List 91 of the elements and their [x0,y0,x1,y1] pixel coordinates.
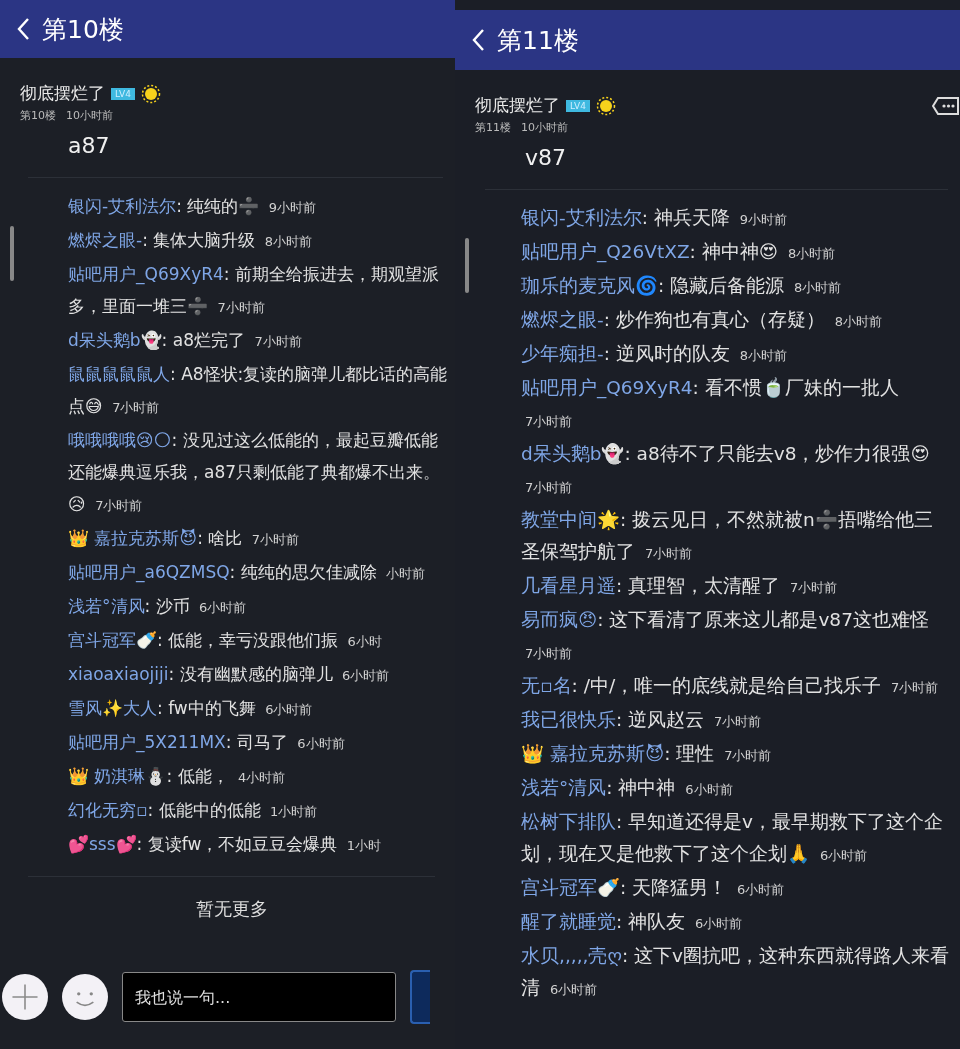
floor-number: 第11楼 [475,120,511,135]
comment-text: 幻化无穷▫: 低能中的低能 1小时前 [68,799,319,822]
sun-medal-icon [595,95,616,116]
comment-text: 贴吧用户_Q69XyR4: 前期全给振进去，期观望派多，里面一堆三➗ 7小时前 [68,263,440,318]
level-badge: LV4 [111,87,135,100]
comment-text: 银闪-艾利法尔: 神兵天降 9小时前 [521,206,788,230]
username-link[interactable]: 雪风✨大人 [68,698,157,718]
comment-text: 哦哦哦哦😢🌕: 没见过这么低能的，最起豆瓣低能还能爆典逗乐我，a87只剩低能了典都爆不出来。😥 7小时前 [68,429,442,516]
username-link[interactable]: d呆头鹅b👻 [68,330,162,350]
username-link[interactable]: 几看星月遥 [521,575,616,596]
level-badge: LV4 [566,99,590,112]
username-link[interactable]: 👑 嘉拉克苏斯😈 [68,528,198,548]
username-link[interactable]: 哦哦哦哦😢🌕 [68,430,172,450]
comment-more-icon[interactable] [932,95,960,116]
username-link[interactable]: 贴吧用户_Q69XyR4 [521,377,693,398]
comment-text: xiaoaxiaojiji: 没有幽默感的脑弹儿 6小时前 [68,663,391,686]
comment-text: 我已很快乐: 逆风赵云 7小时前 [521,708,763,732]
comment-text: 贴吧用户_a6QZMSQ: 纯纯的思欠佳减除 小时前 [68,561,427,585]
username-link[interactable]: 少年痴担- [521,343,604,364]
back-icon[interactable] [16,17,30,41]
comment-text: 👑 嘉拉克苏斯😈: 啥比 7小时前 [68,527,300,550]
username-link[interactable]: d呆头鹅b👻 [521,443,625,464]
comment-text: 浅若°清风: 神中神 6小时前 [521,776,734,800]
username-link[interactable]: xiaoaxiaojiji [68,664,169,684]
scrollbar-thumb[interactable] [465,238,469,293]
post-time: 10小时前 [521,120,568,135]
username-link[interactable]: 银闪-艾利法尔 [68,196,177,216]
comment-text: 珈乐的麦克风🌀: 隐藏后备能源 8小时前 [521,274,843,298]
username-link[interactable]: 醒了就睡觉 [521,911,616,932]
comment-text: 宫斗冠军🍼: 天降猛男！ 6小时前 [521,876,786,900]
username-link[interactable]: 👑 奶淇琳⛄ [68,766,167,786]
post-content: v87 [485,135,948,190]
comment-text: 无▫名: /中/，唯一的底线就是给自己找乐子 7小时前 [521,674,940,698]
comment-text: d呆头鹅b👻: a8待不了只能去v8，炒作力很强😍 7小时前 [521,442,931,497]
comment-text: 醒了就睡觉: 神队友 6小时前 [521,910,744,934]
username-link[interactable]: 珈乐的麦克风🌀 [521,275,658,296]
comment-text: 贴吧用户_Q26VtXZ: 神中神😍 8小时前 [521,240,837,265]
username-link[interactable]: 贴吧用户_5X211MX [68,732,226,752]
comment-text: 少年痴担-: 逆风时的队友 8小时前 [521,342,788,366]
username-link[interactable]: 易而疯😠 [521,609,598,630]
comment-text: 💕sss💕: 复读fw，不如豆豆会爆典 1小时 [68,833,382,856]
comment-text: 燃烬之眼-: 集体大脑升级 8小时前 [68,229,313,252]
floor-number: 第10楼 [20,108,56,123]
post-time: 10小时前 [66,108,113,123]
username-link[interactable]: 贴吧用户_Q69XyR4 [68,264,224,284]
comment-text: 易而疯😠: 这下看清了原来这儿都是v87这也难怪 7小时前 [521,608,930,663]
emoji-icon[interactable] [62,974,108,1020]
username-link[interactable]: 👑 嘉拉克苏斯😈 [521,743,665,764]
reply-input-field[interactable]: 我也说一句... [122,972,396,1022]
floor-title: 第11楼 [497,24,579,57]
add-icon[interactable] [2,974,48,1020]
comment-text: 银闪-艾利法尔: 纯纯的➗ 9小时前 [68,195,317,218]
comment-text: 贴吧用户_5X211MX: 司马了 6小时前 [68,731,346,755]
comment-text: 雪风✨大人: fw中的飞舞 6小时前 [68,697,314,720]
floor-title: 第10楼 [42,13,124,46]
username-link[interactable]: 燃烬之眼- [521,309,604,330]
comment-text: 宫斗冠军🍼: 低能，幸亏没跟他们振 6小时 [68,629,383,652]
comment-text: 鼠鼠鼠鼠鼠人: A8怪状:复读的脑弹儿都比话的高能点😅 7小时前 [68,363,449,418]
username-link[interactable]: 宫斗冠军🍼 [68,630,157,650]
comment-text: 👑 奶淇琳⛄: 低能， 4小时前 [68,765,287,788]
comment-text: 燃烬之眼-: 炒作狗也有真心（存疑） 8小时前 [521,308,883,332]
scrollbar-thumb[interactable] [10,226,14,281]
comment-text: 教堂中间🌟: 拨云见日，不然就被n➗捂嘴给他三圣保驾护航了 7小时前 [521,508,934,564]
username-link[interactable]: 无▫名 [521,675,572,696]
username-link[interactable]: 宫斗冠军🍼 [521,877,620,898]
no-more-label: 暂无更多 [28,876,435,921]
username-link[interactable]: 水贝,,,,,壳ღ [521,945,622,966]
comment-text: 松树下排队: 早知道还得是v，最早期救下了这个企划，现在又是他救下了这个企划🙏 6小时前 [521,810,945,866]
username-link[interactable]: 幻化无穷▫ [68,800,148,820]
sun-medal-icon [140,83,161,104]
username-link[interactable]: 鼠鼠鼠鼠鼠人 [68,364,170,384]
username-link[interactable]: 浅若°清风 [68,596,145,616]
author-name[interactable]: 彻底摆烂了 [475,94,560,117]
username-link[interactable]: 银闪-艾利法尔 [521,207,642,228]
comment-text: 贴吧用户_Q69XyR4: 看不惯🍵厂妹的一批人 7小时前 [521,376,900,431]
comment-text: 浅若°清风: 沙币 6小时前 [68,595,248,618]
username-link[interactable]: 松树下排队 [521,811,616,832]
username-link[interactable]: 浅若°清风 [521,777,607,798]
comment-text: 水贝,,,,,壳ღ: 这下v圈抗吧，这种东西就得路人来看清 6小时前 [521,944,950,1000]
username-link[interactable]: 我已很快乐 [521,709,616,730]
username-link[interactable]: 燃烬之眼- [68,230,143,250]
comment-text: 几看星月遥: 真理智，太清醒了 7小时前 [521,574,839,598]
username-link[interactable]: 贴吧用户_Q26VtXZ [521,241,690,262]
comment-text: 👑 嘉拉克苏斯😈: 理性 7小时前 [521,742,773,766]
post-content: a87 [28,123,443,178]
back-icon[interactable] [471,28,485,52]
username-link[interactable]: 教堂中间🌟 [521,509,620,530]
username-link[interactable]: 💕sss💕 [68,834,137,854]
author-name[interactable]: 彻底摆烂了 [20,82,105,105]
comment-text: d呆头鹅b👻: a8烂完了 7小时前 [68,329,303,352]
username-link[interactable]: 贴吧用户_a6QZMSQ [68,562,230,582]
